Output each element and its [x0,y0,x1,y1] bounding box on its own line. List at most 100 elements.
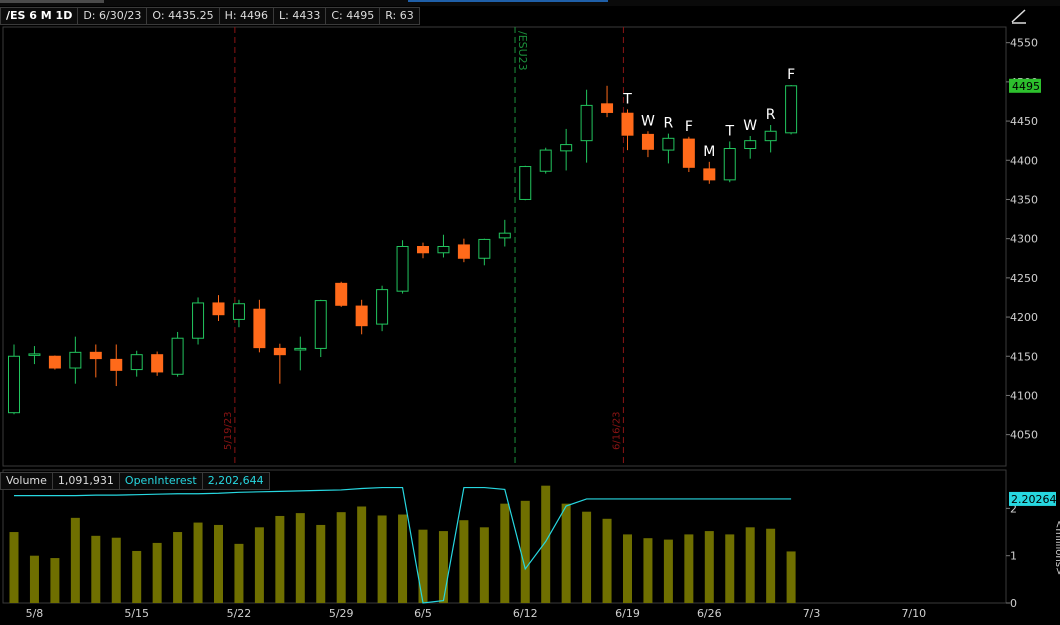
candle-body [110,358,123,371]
day-annotation-label: R [664,116,674,132]
candle-body [785,85,798,134]
candle-body [662,137,675,151]
candle-body [764,130,777,142]
candle-body [253,308,266,349]
date-tick-label: 5/22 [227,607,252,620]
candle-body [48,355,61,369]
volume-bar [275,515,285,603]
volume-bar [336,512,346,603]
volume-bar [377,515,387,603]
price-tick-label: 4350 [1010,193,1038,206]
price-tick-label: 4050 [1010,429,1038,442]
volume-bar [561,503,571,603]
volume-info-bar: Volume 1,091,931 OpenInterest 2,202,644 [0,472,270,490]
volume-bar [459,520,469,603]
day-annotation-label: F [685,119,693,135]
day-annotation-label: R [766,107,776,123]
price-tick-label: 4200 [1010,311,1038,324]
volume-bar [295,513,305,603]
day-annotation-label: W [743,118,757,134]
candle-body [69,351,82,369]
volume-label[interactable]: Volume [0,472,53,490]
date-tick-label: 7/3 [803,607,821,620]
volume-bar [50,558,60,603]
expiry-marker-label: /ESU23 [516,31,529,71]
date-tick-label: 5/29 [329,607,354,620]
volume-bar [786,551,796,603]
volume-value: 1,091,931 [51,472,120,490]
date-marker-label: 6/16/23 [611,411,622,450]
volume-bar [602,518,612,603]
candle-body [355,305,368,327]
volume-bar [316,524,326,603]
volume-bar [29,555,39,603]
volume-bar [418,529,428,603]
date-tick-label: 7/10 [901,607,926,620]
date-tick-label: 5/15 [124,607,149,620]
price-tick-label: 4300 [1010,233,1038,246]
volume-bar [541,485,551,603]
price-tick-label: 4450 [1010,115,1038,128]
volume-bar [766,528,776,603]
symbol-label[interactable]: /ES 6 M 1D [0,7,79,25]
open-value: O: 4435.25 [146,7,220,25]
candle-body [621,112,634,136]
volume-tick-label: 1 [1010,550,1017,563]
volume-bar [745,527,755,603]
candle-body [192,302,205,339]
volume-bar [438,531,448,603]
volume-bar [234,543,244,603]
volume-bar [500,503,510,603]
day-annotation-label: M [703,144,715,160]
collapse-arrow-icon[interactable] [1008,6,1030,26]
volume-bar [91,535,101,603]
date-tick-label: 6/19 [615,607,640,620]
open-interest-value: 2,202,644 [201,472,270,490]
day-annotation-label: T [622,91,632,107]
candle-body [560,144,573,152]
candle-body [130,354,143,371]
date-marker-label: 5/19/23 [223,411,234,450]
candle-body [703,168,716,181]
open-interest-label[interactable]: OpenInterest [118,472,203,490]
candle-body [601,103,614,113]
candle-body [314,300,327,349]
price-tick-label: 4550 [1010,37,1038,50]
high-value: H: 4496 [218,7,275,25]
volume-bar [214,524,223,603]
price-chart[interactable]: 5/19/23/ESU236/16/23 TW R FMT WRF 405041004… [0,0,1060,625]
volume-tick-label: 0 [1010,597,1017,610]
candle-body [539,149,552,172]
volume-bar [684,534,694,603]
volume-bar [132,550,142,603]
range-value: R: 63 [379,7,420,25]
volume-bar [111,537,121,603]
candle-body [335,282,348,306]
date-value: D: 6/30/23 [77,7,148,25]
volume-bar [663,539,673,603]
price-tick-label: 4400 [1010,154,1038,167]
candle-body [478,238,491,259]
candle-body [457,244,470,259]
volume-bar [520,500,530,603]
candle-body [89,351,102,360]
day-annotation-label: T [724,123,734,139]
date-tick-label: 6/5 [414,607,432,620]
price-tick-label: 4250 [1010,272,1038,285]
candle-body [723,148,736,181]
last-price-label: 4495 [1012,80,1040,93]
price-tick-label: 4100 [1010,389,1038,402]
date-tick-label: 6/12 [513,607,538,620]
candle-body [232,303,245,320]
low-value: L: 4433 [273,7,327,25]
price-tick-label: 4150 [1010,350,1038,363]
volume-bar [357,506,367,603]
volume-bar [70,517,80,603]
volume-bar [398,514,408,603]
volume-bar [173,532,183,603]
candle-body [212,302,225,316]
oi-last-label: 2.20264 [1011,493,1057,506]
date-tick-label: 6/26 [697,607,722,620]
day-annotation-label: W [641,113,655,129]
volume-bar [152,542,162,603]
